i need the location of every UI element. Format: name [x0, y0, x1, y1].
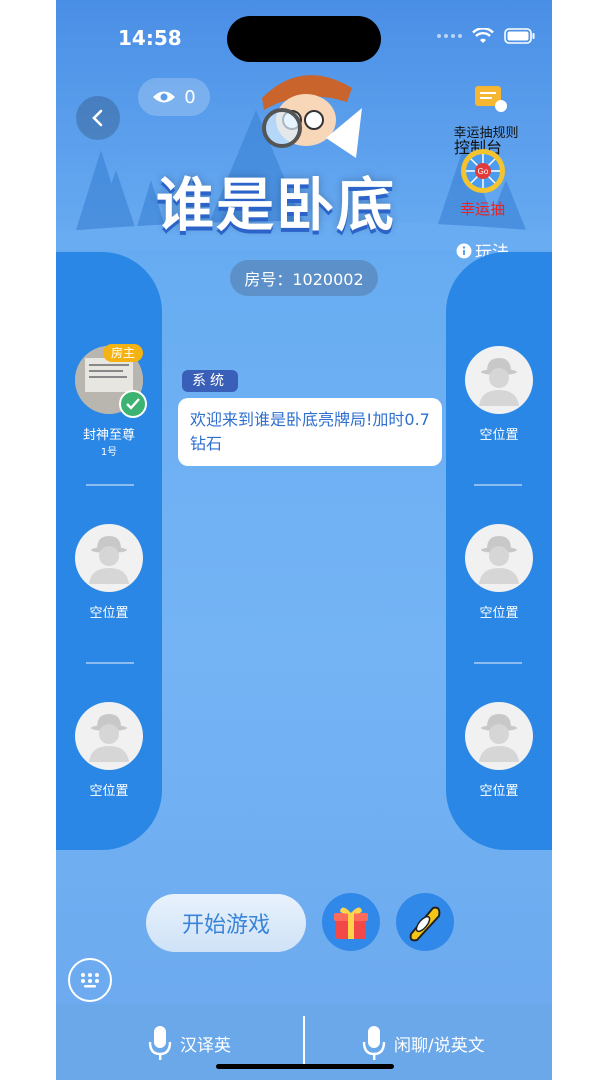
keyboard-button[interactable] — [68, 958, 112, 1002]
empty-seat-avatar — [465, 346, 533, 414]
seat-empty-label: 空位置 — [479, 784, 519, 799]
lucky-draw-label[interactable]: 幸运抽 — [460, 198, 505, 219]
eye-icon — [153, 91, 176, 103]
seat-divider — [474, 662, 522, 664]
detective-mascot — [262, 75, 362, 158]
seat-left-2[interactable]: 空位置 — [56, 524, 162, 621]
seat-right-1[interactable]: 空位置 — [446, 346, 552, 443]
start-game-button[interactable]: 开始游戏 — [146, 894, 306, 952]
seat-number: 1号 — [100, 447, 118, 458]
rules-message-icon — [475, 86, 507, 112]
avatar: 房主 — [75, 344, 147, 418]
viewer-count: 0 — [184, 86, 196, 108]
empty-seat-avatar — [465, 702, 533, 770]
status-time: 14:58 — [118, 26, 182, 50]
battery-icon — [504, 28, 535, 44]
chevron-left-icon — [92, 109, 103, 127]
bar-divider — [303, 1016, 305, 1064]
wifi-icon — [472, 28, 494, 43]
translate-voice-button[interactable]: 汉译英 — [148, 1024, 231, 1062]
empty-seat-avatar — [75, 702, 143, 770]
seat-divider — [86, 662, 134, 664]
viewer-count-pill: 0 — [138, 78, 210, 116]
seat-player-name: 封神至尊 — [82, 428, 135, 443]
seat-empty-label: 空位置 — [89, 606, 129, 621]
system-tag: 系统 — [182, 370, 238, 392]
info-icon — [456, 243, 472, 258]
host-badge: 房主 — [103, 344, 143, 362]
ready-check-icon — [119, 390, 147, 418]
microphone-icon — [148, 1026, 172, 1060]
system-message: 欢迎来到谁是卧底亮牌局!加时0.7钻石 — [178, 398, 442, 466]
person-placeholder-icon — [89, 536, 129, 584]
seat-empty-label: 空位置 — [479, 606, 519, 621]
seat-empty-label: 空位置 — [479, 428, 519, 443]
status-icons — [436, 28, 536, 44]
seat-divider — [86, 484, 134, 486]
signal-icon — [437, 34, 462, 38]
lucky-go-text: Go — [478, 167, 489, 176]
seat-left-1[interactable]: 房主 封神至尊 1号 — [56, 344, 162, 458]
gift-button[interactable] — [322, 893, 380, 951]
whistle-button[interactable] — [396, 893, 454, 951]
person-placeholder-icon — [479, 536, 519, 584]
person-placeholder-icon — [479, 358, 519, 406]
room-number: 房号：1020002 — [230, 260, 378, 296]
whistle-icon — [409, 906, 441, 942]
seat-right-2[interactable]: 空位置 — [446, 524, 552, 621]
home-indicator[interactable] — [216, 1064, 394, 1069]
seat-right-3[interactable]: 空位置 — [446, 702, 552, 799]
empty-seat-avatar — [465, 524, 533, 592]
back-button[interactable] — [76, 96, 120, 140]
translate-label: 汉译英 — [180, 1035, 231, 1056]
person-placeholder-icon — [479, 714, 519, 762]
dynamic-island — [227, 16, 381, 62]
microphone-icon — [362, 1026, 386, 1060]
right-seat-panel: 空位置 空位置 空位置 — [446, 252, 552, 850]
left-seat-panel: 房主 封神至尊 1号 空位置 空位置 — [56, 252, 162, 850]
game-room-screen: 14:58 0 谁是卧底 幸运抽规则 控制台 Go 幸运抽 房号：1020002… — [56, 0, 552, 1080]
game-title: 谁是卧底 — [156, 171, 397, 239]
person-placeholder-icon — [89, 714, 129, 762]
seat-divider — [474, 484, 522, 486]
keyboard-icon — [81, 973, 99, 988]
lucky-rules-button[interactable]: 幸运抽规则 — [440, 84, 532, 141]
seat-empty-label: 空位置 — [89, 784, 129, 799]
empty-seat-avatar — [75, 524, 143, 592]
lucky-wheel-icon[interactable]: Go — [460, 148, 506, 194]
chat-english-voice-button[interactable]: 闲聊/说英文 — [362, 1024, 485, 1062]
seat-left-3[interactable]: 空位置 — [56, 702, 162, 799]
chat-english-label: 闲聊/说英文 — [394, 1035, 485, 1056]
gift-icon — [334, 907, 368, 939]
